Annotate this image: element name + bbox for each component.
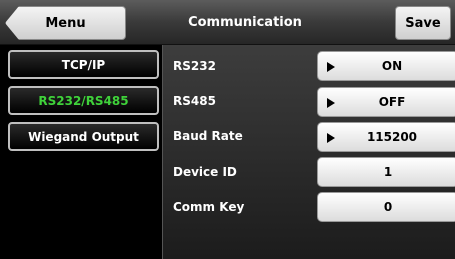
menu-back-label: Menu	[45, 15, 86, 31]
baud-rate-select[interactable]: 115200	[317, 122, 455, 152]
settings-panel: RS232 ON RS485 OFF Baud Rate 115200 Devi…	[162, 45, 455, 259]
comm-key-field[interactable]: 0	[317, 192, 455, 222]
comm-key-label: Comm Key	[173, 199, 245, 214]
rs232-value: ON	[381, 59, 403, 73]
device-id-field[interactable]: 1	[317, 157, 455, 187]
header-bar: Menu Communication Save	[0, 0, 455, 45]
sidebar-item-wiegand-output[interactable]: Wiegand Output	[8, 122, 159, 151]
sidebar-item-label: Wiegand Output	[28, 129, 139, 144]
rs485-toggle[interactable]: OFF	[317, 87, 455, 117]
baud-rate-value: 115200	[366, 130, 418, 144]
sidebar-item-label: RS232/RS485	[38, 93, 129, 108]
rs232-toggle[interactable]: ON	[317, 51, 455, 81]
rs232-label: RS232	[173, 58, 216, 73]
sidebar-item-tcpip[interactable]: TCP/IP	[8, 50, 159, 79]
play-arrow-icon	[327, 133, 335, 143]
rs485-label: RS485	[173, 93, 216, 108]
device-id-label: Device ID	[173, 164, 237, 179]
menu-back-button[interactable]: Menu	[5, 6, 126, 40]
save-button[interactable]: Save	[395, 6, 451, 40]
sidebar: TCP/IP RS232/RS485 Wiegand Output	[0, 45, 162, 259]
sidebar-item-rs232-rs485[interactable]: RS232/RS485	[8, 86, 159, 115]
play-arrow-icon	[327, 98, 335, 108]
sidebar-item-label: TCP/IP	[61, 57, 106, 72]
device-id-value: 1	[383, 165, 393, 179]
comm-key-value: 0	[383, 200, 393, 214]
baud-rate-label: Baud Rate	[173, 128, 243, 143]
page-title: Communication	[188, 14, 302, 30]
rs485-value: OFF	[378, 95, 406, 109]
save-label: Save	[405, 15, 441, 31]
play-arrow-icon	[327, 62, 335, 72]
